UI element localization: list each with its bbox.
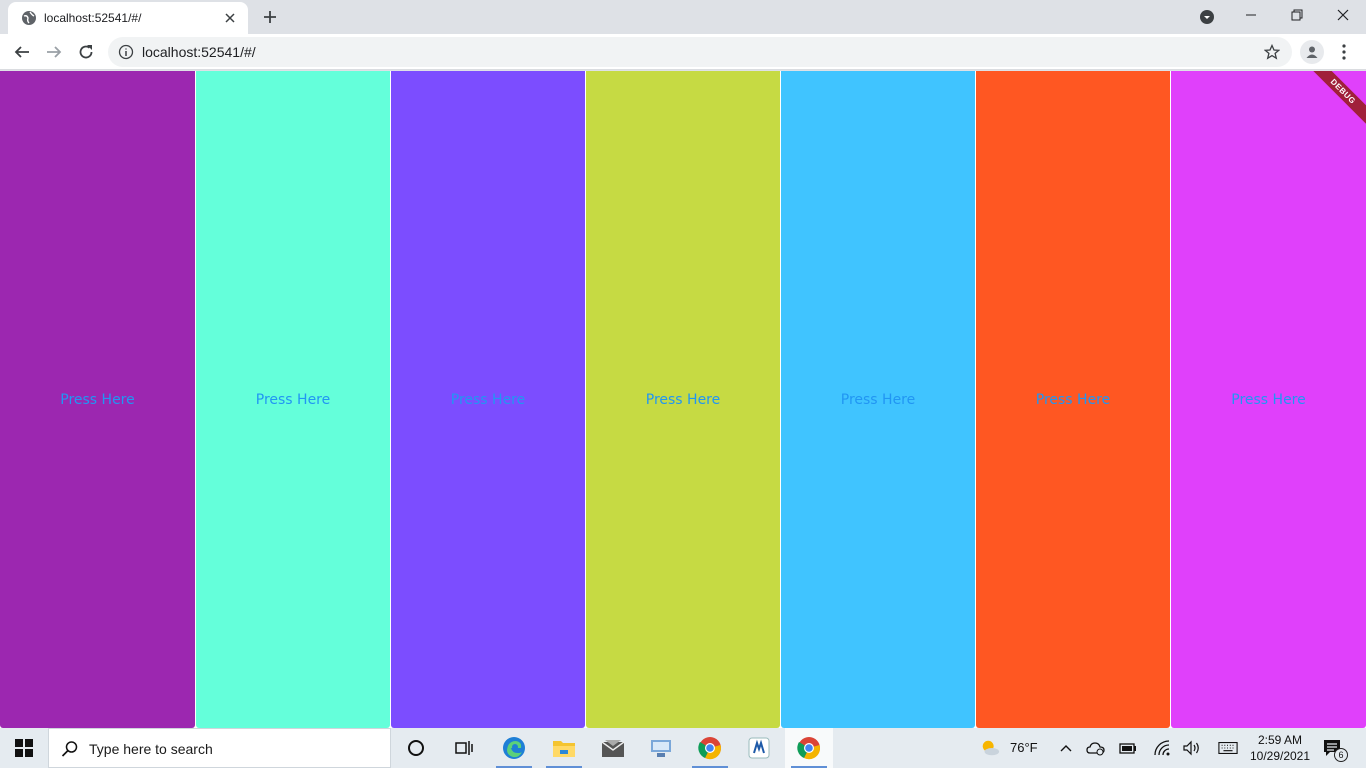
chevron-up-icon[interactable]	[1056, 738, 1076, 758]
profile-avatar-icon[interactable]	[1300, 40, 1324, 64]
weather-icon[interactable]	[980, 738, 1000, 758]
task-view-icon[interactable]	[440, 728, 488, 768]
taskbar-search-input[interactable]: Type here to search	[48, 728, 391, 768]
windows-start-icon[interactable]	[0, 728, 48, 768]
color-panel-4[interactable]: Press Here	[586, 71, 780, 728]
browser-tab[interactable]: localhost:52541/#/	[8, 2, 248, 34]
color-panel-7[interactable]: Press Here	[1171, 71, 1366, 728]
onedrive-icon[interactable]	[1086, 738, 1106, 758]
address-bar[interactable]: localhost:52541/#/	[108, 37, 1292, 67]
network-app-icon[interactable]	[637, 728, 685, 768]
chrome-icon[interactable]	[785, 728, 833, 768]
press-here-button[interactable]: Press Here	[646, 392, 721, 408]
info-icon[interactable]	[118, 44, 134, 60]
volume-icon[interactable]	[1182, 738, 1202, 758]
restore-icon[interactable]	[1274, 0, 1320, 30]
back-icon[interactable]	[8, 38, 36, 66]
forward-icon[interactable]	[40, 38, 68, 66]
color-panel-3[interactable]: Press Here	[391, 71, 585, 728]
clock-date: 10/29/2021	[1249, 749, 1311, 763]
flutter-app-viewport: Press Here Press Here Press Here Press H…	[0, 71, 1366, 728]
keyboard-icon[interactable]	[1218, 738, 1238, 758]
search-placeholder: Type here to search	[89, 741, 213, 757]
browser-toolbar: localhost:52541/#/	[0, 34, 1366, 70]
windows-taskbar: Type here to search 76°F 2:59 AM 10/29/2…	[0, 728, 1366, 768]
cortana-icon[interactable]	[392, 728, 440, 768]
press-here-button[interactable]: Press Here	[60, 392, 135, 408]
wifi-icon[interactable]	[1152, 738, 1172, 758]
taskbar-clock[interactable]: 2:59 AM 10/29/2021	[1248, 732, 1312, 764]
close-window-icon[interactable]	[1320, 0, 1366, 30]
color-panel-5[interactable]: Press Here	[781, 71, 975, 728]
color-panel-2[interactable]: Press Here	[196, 71, 390, 728]
file-explorer-icon[interactable]	[540, 728, 588, 768]
bookmark-star-icon[interactable]	[1262, 42, 1282, 62]
tab-title: localhost:52541/#/	[44, 11, 142, 25]
press-here-button[interactable]: Press Here	[841, 392, 916, 408]
tab-strip: localhost:52541/#/	[0, 0, 1366, 34]
new-tab-icon[interactable]	[258, 5, 282, 29]
color-panel-6[interactable]: Press Here	[976, 71, 1170, 728]
search-icon	[61, 740, 79, 758]
browser-menu-icon[interactable]	[1334, 40, 1354, 64]
press-here-button[interactable]: Press Here	[256, 392, 331, 408]
edge-icon[interactable]	[490, 728, 538, 768]
color-panel-1[interactable]: Press Here	[0, 71, 195, 728]
weather-temperature[interactable]: 76°F	[1010, 740, 1038, 756]
tab-search-icon[interactable]	[1197, 7, 1217, 27]
url-text[interactable]: localhost:52541/#/	[142, 44, 256, 60]
reload-icon[interactable]	[72, 38, 100, 66]
clock-time: 2:59 AM	[1257, 733, 1303, 747]
notification-count-badge: 6	[1334, 748, 1348, 762]
app-icon[interactable]	[735, 728, 783, 768]
minimize-icon[interactable]	[1228, 0, 1274, 30]
globe-icon	[21, 10, 37, 26]
press-here-button[interactable]: Press Here	[451, 392, 526, 408]
press-here-button[interactable]: Press Here	[1231, 392, 1306, 408]
close-tab-icon[interactable]	[220, 8, 240, 28]
mail-icon[interactable]	[589, 728, 637, 768]
press-here-button[interactable]: Press Here	[1036, 392, 1111, 408]
battery-icon[interactable]	[1118, 738, 1138, 758]
chrome-icon[interactable]	[686, 728, 734, 768]
